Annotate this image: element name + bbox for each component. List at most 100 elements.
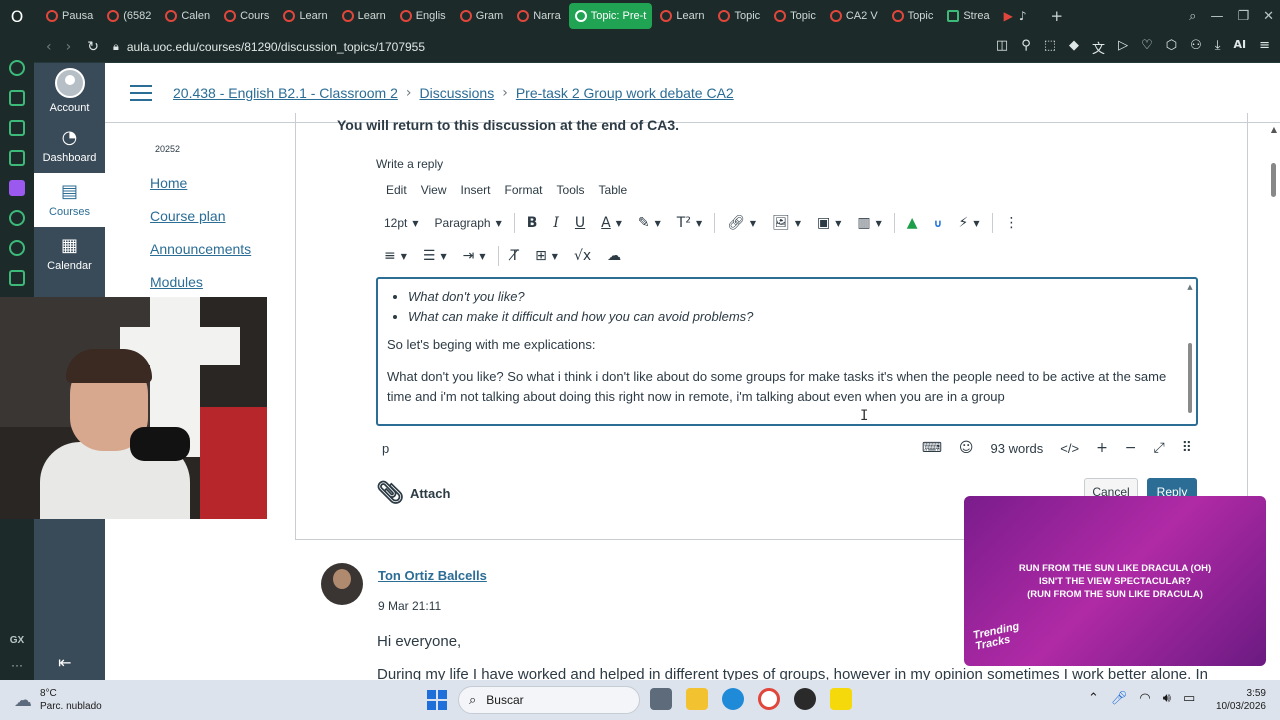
close-icon[interactable]: ✕ [1263,9,1274,24]
tray-chevron-icon[interactable]: ⌃ [1088,691,1099,706]
sidebar-messenger-icon[interactable] [9,150,25,166]
nav-courses[interactable]: ▤ Courses [34,173,105,227]
bold-button[interactable]: B [519,210,546,236]
course-menu-toggle[interactable] [130,84,152,101]
speaker-icon[interactable]: ♪ [1019,9,1027,23]
fullscreen-icon[interactable]: ⤢ [1154,440,1165,456]
file-explorer-icon[interactable] [686,688,708,710]
sticky-notes-icon[interactable] [830,688,852,710]
document-button[interactable]: ▥ ▼ [849,210,889,236]
bullet-list-button[interactable]: ☰ ▼ [415,243,455,269]
media-button[interactable]: ▣ ▼ [809,210,849,236]
browser-tab[interactable]: (6582 [101,3,157,29]
obs-icon[interactable] [794,688,816,710]
course-nav-modules[interactable]: Modules [150,274,203,290]
browser-tab[interactable]: Learn [654,3,710,29]
sidebar-shop-icon[interactable] [9,90,25,106]
browser-tab[interactable]: Pausa [40,3,99,29]
taskbar-clock[interactable]: 3:59 10/03/2026 [1216,687,1266,713]
text-color-button[interactable]: A ▼ [593,210,630,236]
menu-edit[interactable]: Edit [386,183,407,197]
breadcrumb-topic[interactable]: Pre-task 2 Group work debate CA2 [516,85,734,101]
word-count[interactable]: 93 words [991,441,1044,456]
search-tabs-icon[interactable]: ⌕ [1189,9,1196,24]
youtube-playing-icon[interactable]: ▶ [1004,9,1013,23]
clear-format-icon[interactable]: T̸ [503,243,528,269]
google-drive-icon[interactable]: ▲ [899,210,926,236]
play-icon[interactable]: ▷ [1118,38,1128,57]
align-button[interactable]: ≡ ▼ [376,243,415,269]
translate-icon[interactable]: 文 [1092,38,1105,57]
opera-gx-icon[interactable] [758,688,780,710]
url-field[interactable]: aula.uoc.edu/courses/81290/discussion_to… [127,40,425,54]
lock-icon[interactable]: 🔒︎ [113,40,119,54]
resize-handle-icon[interactable]: ⠿ [1182,440,1192,456]
reload-icon[interactable]: ↻ [87,39,99,55]
cloud-icon[interactable]: ☁ [599,243,629,269]
element-path[interactable]: p [382,441,389,456]
snapshot-icon[interactable]: ⬚ [1044,38,1056,57]
volume-icon[interactable]: 🔊︎ [1163,691,1171,706]
task-view-icon[interactable] [650,688,672,710]
browser-tab[interactable]: Calen [159,3,216,29]
battery-icon[interactable]: ▭ [1183,691,1195,706]
superscript-button[interactable]: T² ▼ [669,210,710,236]
pin-icon[interactable]: ⚲ [1021,38,1031,57]
browser-tab[interactable]: Topic [768,3,822,29]
math-equation-icon[interactable]: √x [566,243,599,269]
course-nav-course-plan[interactable]: Course plan [150,208,226,224]
edge-icon[interactable] [722,688,744,710]
browser-tab[interactable]: Englis [394,3,452,29]
html-editor-toggle[interactable]: </> [1060,441,1079,456]
author-name[interactable]: Ton Ortiz Balcells [378,568,487,583]
taskbar-search[interactable]: ⌕ Buscar [458,686,640,714]
maximize-icon[interactable]: ❐ [1237,9,1249,24]
menu-tools[interactable]: Tools [557,183,585,197]
sidebar-history-icon[interactable] [9,240,25,256]
course-nav-home[interactable]: Home [150,175,187,191]
menu-lines-icon[interactable]: ≡ [1259,38,1270,57]
scroll-up-icon[interactable]: ▲ [1186,283,1194,291]
minimize-icon[interactable]: — [1210,9,1223,24]
sidebar-more-icon[interactable]: ··· [11,658,23,672]
heart-icon[interactable]: ♡ [1141,38,1153,57]
new-tab-button[interactable]: + [1051,7,1064,25]
breadcrumb-course[interactable]: 20.438 - English B2.1 - Classroom 2 [173,85,398,101]
browser-tab[interactable]: Learn [336,3,392,29]
browser-tab[interactable]: Strea [941,3,995,29]
browser-tab[interactable]: Learn [277,3,333,29]
back-icon[interactable]: ‹ [46,39,52,55]
page-scrollbar[interactable]: ▲ [1268,123,1280,680]
author-avatar[interactable] [321,563,363,605]
editor-scrollbar[interactable]: ▲ [1186,283,1194,420]
scroll-thumb[interactable] [1188,343,1192,413]
nav-dashboard[interactable]: ◔ Dashboard [34,119,105,173]
start-button[interactable] [427,690,447,710]
nav-calendar[interactable]: ▦ Calendar [34,227,105,281]
link-button[interactable]: 🔗︎ ▼ [719,210,764,236]
menu-view[interactable]: View [421,183,447,197]
sidebar-player-icon[interactable] [9,210,25,226]
browser-tab[interactable]: Cours [218,3,275,29]
more-options-icon[interactable]: ⋮ [997,210,1027,236]
browser-tab[interactable]: Topic [712,3,766,29]
keyboard-shortcuts-icon[interactable]: ⌨ [922,440,942,456]
scroll-up-icon[interactable]: ▲ [1268,125,1280,134]
opera-logo-icon[interactable]: O [0,0,34,32]
breadcrumb-discussions[interactable]: Discussions [420,85,495,101]
table-button[interactable]: ⊞ ▼ [527,243,566,269]
vpn-icon[interactable]: ◆ [1069,38,1079,57]
microphone-tray-icon[interactable]: 🎤︎ [1111,691,1128,706]
uoc-tool-icon[interactable]: ∪ [926,210,951,236]
sidebar-speed-dial-icon[interactable] [9,60,25,76]
nav-account[interactable]: Account [34,63,105,119]
course-nav-announcements[interactable]: Announcements [150,241,251,257]
plugin-button[interactable]: ⚡︎ ▼ [951,210,988,236]
weather-widget[interactable]: ☁ 8°C Parc. nublado [14,687,102,713]
indent-button[interactable]: ⇥ ▼ [455,243,494,269]
sidebar-wallet-icon[interactable] [9,120,25,136]
zoom-out-icon[interactable]: − [1125,440,1137,456]
browser-tab[interactable]: CA2 V [824,3,884,29]
rich-text-editor[interactable]: What don't you like? What can make it di… [376,277,1198,426]
menu-table[interactable]: Table [599,183,628,197]
